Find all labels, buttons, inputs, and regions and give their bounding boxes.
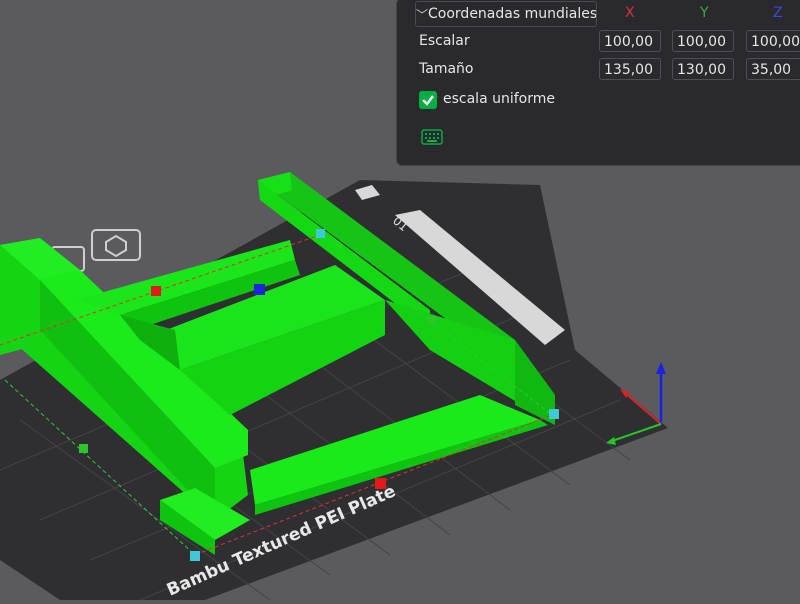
scale-row-label: Escalar [419,33,470,49]
scale-handle-x[interactable] [151,286,161,296]
size-row-label: Tamaño [419,61,474,77]
keyboard-icon[interactable] [421,129,443,145]
bbox-corner-handle[interactable] [549,409,559,419]
scale-handle-x[interactable] [375,478,386,489]
scale-y-input[interactable]: 100,00 [672,30,734,52]
bbox-corner-handle[interactable] [316,229,325,238]
coordinate-system-dropdown[interactable]: ﹀ Coordenadas mundiales [415,1,597,27]
plate-icon-hexagon [91,229,141,261]
uniform-scale-label: escala uniforme [443,91,555,107]
object-transform-panel: ﹀ Coordenadas mundiales X Y Z Escalar 10… [396,0,800,166]
scale-handle-z[interactable] [254,284,265,295]
uniform-scale-checkbox[interactable] [419,91,437,109]
size-z-input[interactable]: 35,00 [746,58,800,80]
size-x-input[interactable]: 135,00 [599,58,661,80]
axis-label-x: X [625,5,635,21]
checkmark-icon [422,95,434,106]
coordinate-system-label: Coordenadas mundiales [428,6,597,22]
size-y-input[interactable]: 130,00 [672,58,734,80]
scale-handle-y[interactable] [428,316,436,324]
chevron-down-icon: ﹀ [416,7,429,22]
bbox-corner-handle[interactable] [190,551,200,561]
scale-x-input[interactable]: 100,00 [599,30,661,52]
scale-handle-y[interactable] [79,444,88,453]
axis-label-y: Y [700,5,709,21]
axis-label-z: Z [773,5,783,21]
scale-z-input[interactable]: 100,00 [746,30,800,52]
